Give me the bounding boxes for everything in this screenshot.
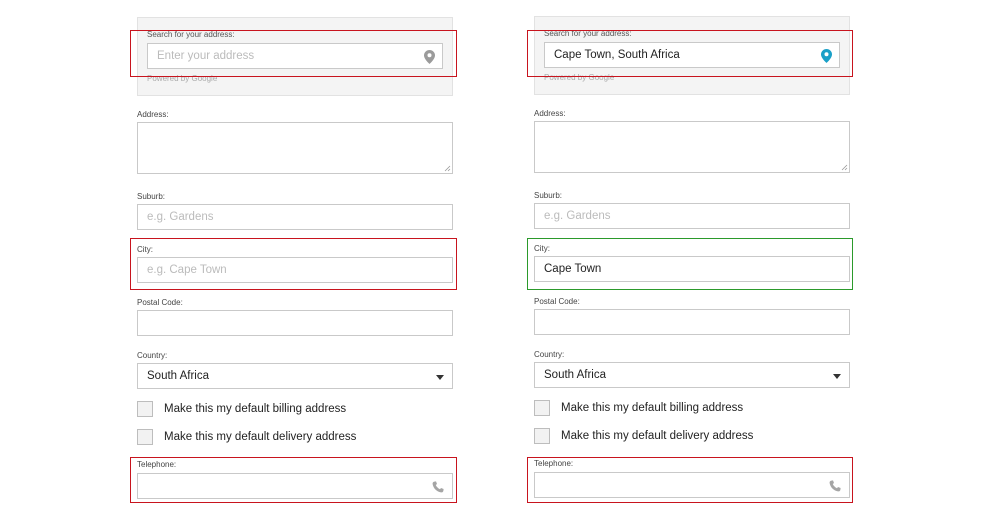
delivery-default-row[interactable]: Make this my default delivery address <box>137 429 356 445</box>
postal-code-label: Postal Code: <box>534 297 580 306</box>
resize-handle-icon[interactable] <box>840 163 848 171</box>
billing-default-checkbox[interactable] <box>137 401 153 417</box>
billing-default-row[interactable]: Make this my default billing address <box>137 401 346 417</box>
country-select[interactable]: South Africa <box>137 363 453 389</box>
country-value: South Africa <box>147 370 210 382</box>
billing-default-row[interactable]: Make this my default billing address <box>534 400 743 416</box>
suburb-label: Suburb: <box>137 192 166 201</box>
highlight-right-telephone <box>527 457 853 503</box>
chevron-down-icon <box>436 375 444 380</box>
delivery-default-checkbox[interactable] <box>534 428 550 444</box>
highlight-right-search <box>527 30 853 77</box>
address-label: Address: <box>137 110 169 119</box>
postal-code-input[interactable] <box>137 310 453 336</box>
delivery-default-checkbox[interactable] <box>137 429 153 445</box>
billing-default-label: Make this my default billing address <box>164 403 347 415</box>
address-textarea[interactable] <box>137 122 453 174</box>
delivery-default-row[interactable]: Make this my default delivery address <box>534 428 753 444</box>
suburb-input[interactable]: e.g. Gardens <box>137 204 453 230</box>
country-label: Country: <box>534 350 565 359</box>
suburb-placeholder: e.g. Gardens <box>147 211 214 223</box>
suburb-input[interactable]: e.g. Gardens <box>534 203 850 229</box>
postal-code-label: Postal Code: <box>137 298 183 307</box>
chevron-down-icon <box>833 374 841 379</box>
suburb-placeholder: e.g. Gardens <box>544 210 611 222</box>
highlight-left-search <box>130 30 457 77</box>
country-value: South Africa <box>544 369 607 381</box>
highlight-left-telephone <box>130 457 457 503</box>
suburb-label: Suburb: <box>534 191 563 200</box>
delivery-default-label: Make this my default delivery address <box>164 431 357 443</box>
postal-code-input[interactable] <box>534 309 850 335</box>
highlight-right-city <box>527 238 853 290</box>
country-select[interactable]: South Africa <box>534 362 850 388</box>
resize-handle-icon[interactable] <box>443 164 451 172</box>
billing-default-label: Make this my default billing address <box>561 402 744 414</box>
highlight-left-city <box>130 238 457 290</box>
delivery-default-label: Make this my default delivery address <box>561 430 754 442</box>
address-textarea[interactable] <box>534 121 850 173</box>
address-label: Address: <box>534 109 566 118</box>
country-label: Country: <box>137 351 168 360</box>
billing-default-checkbox[interactable] <box>534 400 550 416</box>
